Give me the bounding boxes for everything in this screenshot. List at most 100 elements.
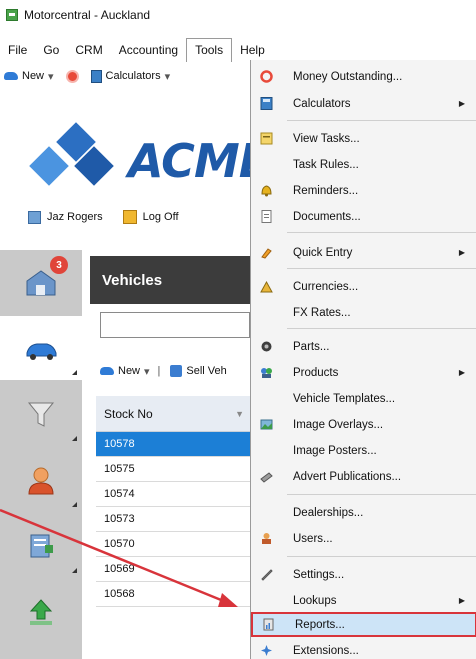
menu-item-label: Parts... xyxy=(293,340,330,353)
nav-download[interactable] xyxy=(0,580,82,644)
users-icon xyxy=(262,533,271,544)
settings-icon xyxy=(261,569,273,581)
menu-item-task-rules[interactable]: Task Rules... xyxy=(251,152,476,177)
money-button[interactable] xyxy=(65,69,83,83)
table-row[interactable]: 10569 xyxy=(96,557,250,582)
sell-vehicle-icon xyxy=(170,365,183,377)
dropdown-arrow-icon: ▾ xyxy=(144,365,150,378)
nav-vehicles[interactable] xyxy=(0,316,82,380)
logo-area: ACME Jaz Rogers Log Off xyxy=(0,90,270,250)
menu-item-advert-publications[interactable]: Advert Publications... xyxy=(251,464,476,489)
parts-icon xyxy=(261,341,272,352)
submenu-arrow-icon: ▶ xyxy=(458,368,465,377)
quick-entry-icon xyxy=(261,248,272,259)
nav-contacts[interactable] xyxy=(0,448,82,512)
menu-item-label: Reminders... xyxy=(293,184,359,197)
menu-go[interactable]: Go xyxy=(35,38,67,62)
menu-item-lookups[interactable]: Lookups ▶ xyxy=(251,588,476,613)
column-header-stock-no[interactable]: Stock No ▼ xyxy=(96,396,250,432)
vehicles-new-button[interactable]: New xyxy=(118,365,140,377)
nav-home[interactable]: 3 xyxy=(0,250,82,314)
table-row[interactable]: 10575 xyxy=(96,457,250,482)
menu-item-reminders[interactable]: Reminders... xyxy=(251,178,476,203)
menu-file[interactable]: File xyxy=(0,38,35,62)
products-icon xyxy=(261,368,272,378)
submenu-arrow-icon: ▶ xyxy=(458,248,465,257)
calculators-button-label: Calculators xyxy=(105,70,161,82)
user-name[interactable]: Jaz Rogers xyxy=(47,211,103,223)
new-button-label: New xyxy=(22,70,45,82)
menu-crm[interactable]: CRM xyxy=(67,38,110,62)
toolbar-divider: | xyxy=(157,365,161,377)
menu-item-view-tasks[interactable]: View Tasks... xyxy=(251,126,476,151)
logo-diamond xyxy=(29,146,69,186)
nav-filter[interactable] xyxy=(0,382,82,446)
tasks-icon xyxy=(260,132,273,145)
calculators-button[interactable]: Calculators ▾ xyxy=(90,69,175,83)
menu-accounting[interactable]: Accounting xyxy=(111,38,186,62)
submenu-arrow-icon: ▶ xyxy=(458,99,465,108)
menu-item-label: Users... xyxy=(293,532,333,545)
money-outstanding-icon xyxy=(65,69,79,83)
menu-item-label: Documents... xyxy=(293,210,361,223)
nav-documents[interactable] xyxy=(0,514,82,578)
menu-item-currencies[interactable]: Currencies... xyxy=(251,274,476,299)
menu-item-image-posters[interactable]: Image Posters... xyxy=(251,438,476,463)
app-icon xyxy=(6,9,18,21)
table-row[interactable]: 10578 xyxy=(96,432,250,457)
menu-item-label: Image Posters... xyxy=(293,444,377,457)
menu-item-reports[interactable]: Reports... xyxy=(251,612,476,637)
sell-vehicle-button[interactable]: Sell Veh xyxy=(186,365,226,377)
menu-item-label: Dealerships... xyxy=(293,506,364,519)
menu-item-label: Quick Entry xyxy=(293,246,353,259)
menu-item-image-overlays[interactable]: Image Overlays... xyxy=(251,412,476,437)
logoff-icon xyxy=(122,210,137,224)
extensions-icon xyxy=(261,645,272,656)
menu-item-label: Calculators xyxy=(293,97,351,110)
menu-item-label: Products xyxy=(293,366,339,379)
menu-separator xyxy=(287,268,476,269)
left-nav: 3 xyxy=(0,250,82,659)
money-outstanding-icon xyxy=(260,70,273,83)
table-row[interactable]: 10568 xyxy=(96,582,250,607)
menu-item-quick-entry[interactable]: Quick Entry ▶ xyxy=(251,240,476,265)
menu-item-extensions[interactable]: Extensions... xyxy=(251,638,476,659)
table-row[interactable]: 10570 xyxy=(96,532,250,557)
filter-icon xyxy=(27,402,55,427)
menu-item-users[interactable]: Users... xyxy=(251,526,476,551)
menu-separator xyxy=(287,328,476,329)
menu-tools[interactable]: Tools xyxy=(186,38,233,62)
new-button[interactable]: New ▾ xyxy=(4,70,58,83)
main-toolbar: New ▾ Calculators ▾ xyxy=(0,64,250,88)
reports-icon xyxy=(263,618,274,631)
vehicle-search-input[interactable] xyxy=(100,312,250,338)
menu-item-documents[interactable]: Documents... xyxy=(251,204,476,229)
menu-item-settings[interactable]: Settings... xyxy=(251,562,476,587)
menu-item-parts[interactable]: Parts... xyxy=(251,334,476,359)
menu-item-label: Task Rules... xyxy=(293,158,359,171)
vehicles-panel-title: Vehicles xyxy=(90,256,250,304)
expand-corner-icon xyxy=(72,370,77,375)
user-row: Jaz Rogers Log Off xyxy=(28,210,179,224)
vehicles-toolbar: New ▾ | Sell Veh xyxy=(100,360,250,382)
window-title: Motorcentral - Auckland xyxy=(24,8,151,22)
documents-icon xyxy=(30,534,53,558)
menu-item-label: Advert Publications... xyxy=(293,470,402,483)
sort-arrow-icon: ▼ xyxy=(235,408,244,419)
menu-item-products[interactable]: Products ▶ xyxy=(251,360,476,385)
menu-item-vehicle-templates[interactable]: Vehicle Templates... xyxy=(251,386,476,411)
menu-item-fx-rates[interactable]: FX Rates... xyxy=(251,300,476,325)
logoff-link[interactable]: Log Off xyxy=(143,211,179,223)
menu-help[interactable]: Help xyxy=(232,38,273,62)
car-icon xyxy=(4,72,18,80)
calculator-icon xyxy=(260,97,273,110)
vehicles-grid: Stock No ▼ 10578 10575 10574 10573 10570… xyxy=(96,396,250,607)
menu-bar: File Go CRM Accounting Tools Help xyxy=(0,38,476,62)
table-row[interactable]: 10574 xyxy=(96,482,250,507)
menu-separator xyxy=(287,120,476,121)
table-row[interactable]: 10573 xyxy=(96,507,250,532)
menu-item-dealerships[interactable]: Dealerships... xyxy=(251,500,476,525)
menu-item-money-outstanding[interactable]: Money Outstanding... xyxy=(251,64,476,89)
menu-item-calculators[interactable]: Calculators ▶ xyxy=(251,91,476,116)
menu-item-label: View Tasks... xyxy=(293,132,360,145)
